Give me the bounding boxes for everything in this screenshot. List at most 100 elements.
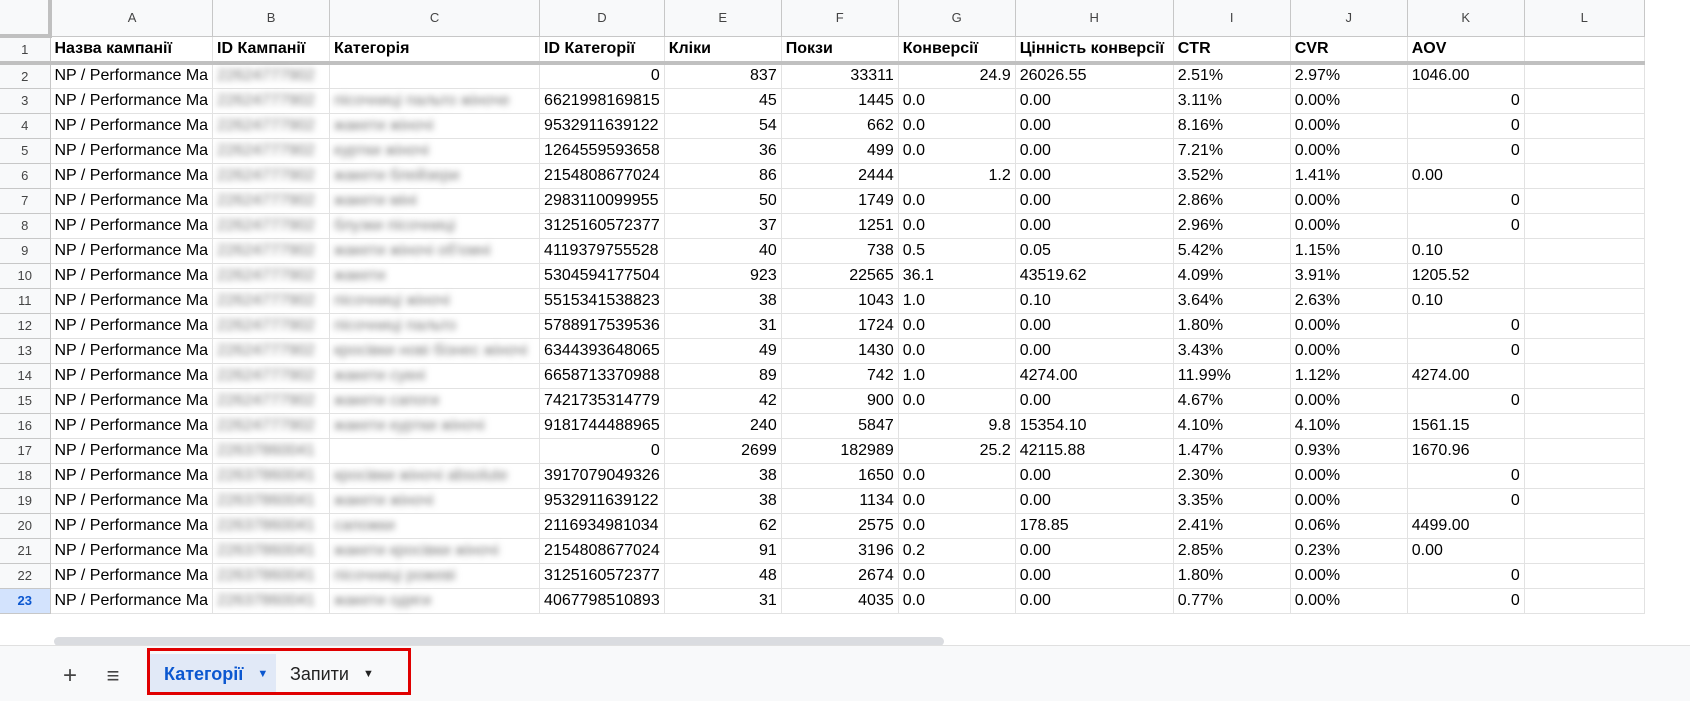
cell[interactable]: 22624777902 bbox=[212, 388, 331, 414]
column-header-g[interactable]: G bbox=[898, 0, 1016, 37]
cell[interactable]: 0.23% bbox=[1290, 538, 1408, 564]
cell[interactable]: 1251 bbox=[781, 213, 899, 239]
cell[interactable]: 0.0 bbox=[898, 563, 1016, 589]
cell[interactable]: 0.0 bbox=[898, 463, 1016, 489]
column-header-k[interactable]: K bbox=[1407, 0, 1525, 37]
cell[interactable]: 1724 bbox=[781, 313, 899, 339]
row-number[interactable]: 13 bbox=[0, 338, 51, 364]
cell[interactable]: 0 bbox=[1407, 563, 1525, 589]
cell[interactable]: 0.0 bbox=[898, 388, 1016, 414]
cell[interactable]: 0.10 bbox=[1407, 288, 1525, 314]
cell[interactable]: 2.51% bbox=[1173, 63, 1291, 89]
cell[interactable]: 2.30% bbox=[1173, 463, 1291, 489]
cell[interactable]: жакети bbox=[329, 263, 541, 289]
header-cell[interactable]: Цінність конверсії bbox=[1015, 36, 1174, 65]
cell[interactable]: 4.09% bbox=[1173, 263, 1291, 289]
caret-down-icon[interactable]: ▼ bbox=[363, 668, 374, 680]
row-number[interactable]: 3 bbox=[0, 88, 51, 114]
cell[interactable] bbox=[1524, 463, 1645, 489]
tab-queries[interactable]: Запити ▼ bbox=[276, 654, 384, 694]
cell[interactable] bbox=[1524, 263, 1645, 289]
cell[interactable]: 0.05 bbox=[1015, 238, 1174, 264]
cell[interactable]: 5.42% bbox=[1173, 238, 1291, 264]
cell[interactable]: сапожки bbox=[329, 513, 541, 539]
cell[interactable]: 22624777902 bbox=[212, 263, 331, 289]
cell[interactable]: 837 bbox=[664, 63, 782, 89]
cell[interactable]: 0.2 bbox=[898, 538, 1016, 564]
cell[interactable]: 2.96% bbox=[1173, 213, 1291, 239]
cell[interactable]: 2.86% bbox=[1173, 188, 1291, 214]
cell[interactable]: 1205.52 bbox=[1407, 263, 1525, 289]
cell[interactable]: 22637860041 bbox=[212, 538, 331, 564]
cell[interactable]: 50 bbox=[664, 188, 782, 214]
cell[interactable]: 22637860041 bbox=[212, 513, 331, 539]
column-header-f[interactable]: F bbox=[781, 0, 899, 37]
cell[interactable]: NP / Performance Ma bbox=[50, 513, 214, 539]
cell[interactable]: 0.00 bbox=[1015, 388, 1174, 414]
cell[interactable]: 0.00% bbox=[1290, 388, 1408, 414]
cell[interactable]: 3196 bbox=[781, 538, 899, 564]
cell[interactable] bbox=[1524, 138, 1645, 164]
cell[interactable]: NP / Performance Ma bbox=[50, 388, 214, 414]
cell[interactable]: 0.10 bbox=[1015, 288, 1174, 314]
cell[interactable]: 48 bbox=[664, 563, 782, 589]
cell[interactable]: 36.1 bbox=[898, 263, 1016, 289]
cell[interactable]: 22624777902 bbox=[212, 313, 331, 339]
cell[interactable]: 0.00% bbox=[1290, 313, 1408, 339]
row-number[interactable]: 19 bbox=[0, 488, 51, 514]
cell[interactable]: 0 bbox=[1407, 188, 1525, 214]
cell[interactable]: 31 bbox=[664, 313, 782, 339]
cell[interactable]: 0.00% bbox=[1290, 488, 1408, 514]
cell[interactable]: 1445 bbox=[781, 88, 899, 114]
header-cell[interactable]: AOV bbox=[1407, 36, 1525, 65]
cell[interactable] bbox=[1524, 413, 1645, 439]
all-sheets-button[interactable]: ≡ bbox=[98, 661, 128, 691]
column-header-l[interactable]: L bbox=[1524, 0, 1645, 37]
cell[interactable]: 6621998169815 bbox=[539, 88, 665, 114]
row-number[interactable]: 12 bbox=[0, 313, 51, 339]
cell[interactable]: 2154808677024 bbox=[539, 538, 665, 564]
cell[interactable] bbox=[1524, 36, 1645, 65]
cell[interactable]: 3.43% bbox=[1173, 338, 1291, 364]
cell[interactable]: 0.00 bbox=[1015, 338, 1174, 364]
cell[interactable]: 0.00 bbox=[1015, 188, 1174, 214]
cell[interactable]: 0.0 bbox=[898, 513, 1016, 539]
cell[interactable]: 0 bbox=[1407, 488, 1525, 514]
add-sheet-button[interactable]: + bbox=[55, 661, 85, 691]
cell[interactable]: 45 bbox=[664, 88, 782, 114]
cell[interactable]: 1.2 bbox=[898, 163, 1016, 189]
cell[interactable]: 0 bbox=[539, 63, 665, 89]
cell[interactable]: 22624777902 bbox=[212, 113, 331, 139]
cell[interactable]: 2.41% bbox=[1173, 513, 1291, 539]
cell[interactable] bbox=[1524, 513, 1645, 539]
cell[interactable]: 4119379755528 bbox=[539, 238, 665, 264]
cell[interactable]: 0.0 bbox=[898, 213, 1016, 239]
cell[interactable]: 22637860041 bbox=[212, 588, 331, 614]
row-number[interactable]: 6 bbox=[0, 163, 51, 189]
cell[interactable]: 22624777902 bbox=[212, 288, 331, 314]
cell[interactable]: 42115.88 bbox=[1015, 438, 1174, 464]
cell[interactable]: 0.5 bbox=[898, 238, 1016, 264]
cell[interactable]: 4499.00 bbox=[1407, 513, 1525, 539]
cell[interactable]: 3.91% bbox=[1290, 263, 1408, 289]
cell[interactable]: 742 bbox=[781, 363, 899, 389]
cell[interactable]: 38 bbox=[664, 488, 782, 514]
cell[interactable]: 0.00% bbox=[1290, 113, 1408, 139]
cell[interactable]: кросівки нові бізнес жіночі bbox=[329, 338, 541, 364]
cell[interactable]: 62 bbox=[664, 513, 782, 539]
cell[interactable]: 0.00% bbox=[1290, 463, 1408, 489]
cell[interactable]: 22624777902 bbox=[212, 213, 331, 239]
cell[interactable]: 1043 bbox=[781, 288, 899, 314]
cell[interactable]: 2983110099955 bbox=[539, 188, 665, 214]
cell[interactable] bbox=[1524, 563, 1645, 589]
cell[interactable]: 178.85 bbox=[1015, 513, 1174, 539]
cell[interactable]: 26026.55 bbox=[1015, 63, 1174, 89]
cell[interactable]: 0 bbox=[1407, 213, 1525, 239]
cell[interactable]: 2699 bbox=[664, 438, 782, 464]
cell[interactable]: 22624777902 bbox=[212, 238, 331, 264]
cell[interactable]: 1670.96 bbox=[1407, 438, 1525, 464]
cell[interactable] bbox=[1524, 388, 1645, 414]
cell[interactable]: 0 bbox=[1407, 388, 1525, 414]
cell[interactable]: 0.00% bbox=[1290, 138, 1408, 164]
cell[interactable]: 0.00 bbox=[1015, 113, 1174, 139]
